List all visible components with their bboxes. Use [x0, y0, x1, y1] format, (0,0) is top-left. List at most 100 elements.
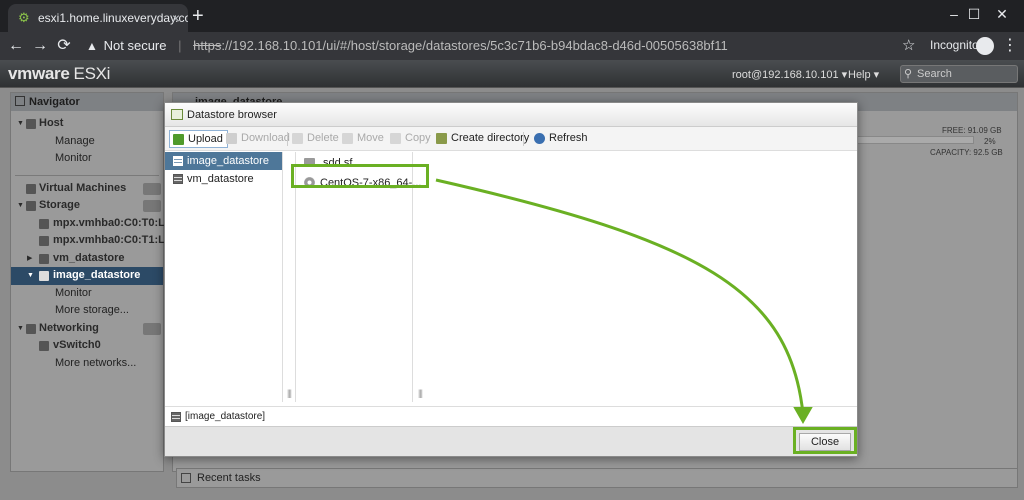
- datastore-item-vm[interactable]: vm_datastore: [165, 170, 282, 188]
- move-icon: [342, 133, 353, 144]
- delete-button[interactable]: Delete: [289, 130, 339, 148]
- nav-label: More storage...: [55, 304, 129, 316]
- nav-more-storage[interactable]: More storage...: [11, 302, 163, 320]
- toolbar-divider: [523, 132, 524, 146]
- nav-datastore-monitor[interactable]: Monitor: [11, 285, 163, 303]
- move-button[interactable]: Move: [339, 130, 384, 148]
- nav-more-networks[interactable]: More networks...: [11, 355, 163, 373]
- browser-tab[interactable]: ⚙ esxi1.home.linuxeveryday.com - V ×: [8, 4, 188, 32]
- datastore-icon: [39, 271, 49, 281]
- storage-icon: [26, 201, 36, 211]
- nav-host[interactable]: ▼ Host: [11, 115, 163, 133]
- nav-storage[interactable]: ▼ Storage: [11, 197, 163, 215]
- close-button[interactable]: Close: [799, 433, 851, 451]
- disc-image-icon: [304, 177, 315, 188]
- window-close-button[interactable]: ✕: [980, 2, 1024, 26]
- nav-vswitch0[interactable]: vSwitch0: [11, 337, 163, 355]
- warning-icon: ▲: [86, 39, 98, 53]
- nav-label: Virtual Machines: [39, 181, 127, 194]
- reload-button[interactable]: ⟳: [52, 34, 76, 58]
- nav-host-monitor[interactable]: Monitor: [11, 150, 163, 168]
- nav-divider: [15, 168, 159, 176]
- copy-label: Copy: [405, 132, 431, 144]
- file-label: CentOS-7-x86_64-...: [320, 177, 422, 189]
- free-space-label: FREE: 91.09 GB: [942, 126, 1002, 135]
- browser-toolbar: ← → ⟳ ▲ Not secure | https://192.168.10.…: [0, 32, 1024, 60]
- column-resize-handle[interactable]: |||: [418, 388, 423, 398]
- copy-icon: [390, 133, 401, 144]
- datastore-label: vm_datastore: [187, 173, 254, 185]
- browser-menu-icon[interactable]: ⋮: [1002, 36, 1018, 56]
- network-icon: [26, 323, 36, 334]
- datastore-item-image[interactable]: image_datastore: [165, 152, 282, 170]
- search-input[interactable]: ⚲ Search: [900, 65, 1018, 83]
- new-tab-button[interactable]: +: [192, 6, 204, 26]
- nav-image-datastore[interactable]: ▼ image_datastore: [11, 267, 163, 285]
- incognito-icon[interactable]: [976, 37, 994, 55]
- used-percent: 2%: [984, 137, 996, 146]
- collapse-icon[interactable]: ▼: [17, 320, 24, 338]
- host-icon: [26, 119, 36, 129]
- forward-button[interactable]: →: [28, 34, 52, 58]
- upload-button[interactable]: Upload: [169, 130, 228, 148]
- create-directory-button[interactable]: Create directory: [433, 130, 529, 148]
- column-resize-handle[interactable]: |||: [287, 388, 292, 398]
- nav-device-t0[interactable]: mpx.vmhba0:C0:T0:L0: [11, 215, 171, 233]
- bookmark-star-icon[interactable]: ☆: [902, 36, 915, 54]
- nav-label: vSwitch0: [53, 339, 101, 351]
- refresh-icon: [534, 133, 545, 144]
- expand-icon[interactable]: ▶: [27, 250, 32, 268]
- download-button[interactable]: Download: [223, 130, 290, 148]
- delete-label: Delete: [307, 132, 339, 144]
- logo-esxi: ESXi: [73, 64, 111, 83]
- upload-icon: [173, 134, 184, 145]
- nav-virtual-machines[interactable]: Virtual Machines: [11, 180, 163, 198]
- datastore-browser-dialog: Datastore browser Upload Download Delete…: [164, 102, 858, 457]
- search-icon: ⚲: [904, 68, 913, 80]
- file-item-sdd[interactable]: .sdd.sf: [296, 154, 412, 172]
- tab-title: esxi1.home.linuxeveryday.com - V: [38, 11, 188, 25]
- nav-label: Monitor: [55, 286, 92, 299]
- file-item-centos-iso[interactable]: CentOS-7-x86_64-...: [296, 174, 422, 192]
- nav-host-manage[interactable]: Manage: [11, 133, 163, 151]
- nav-networking[interactable]: ▼ Networking: [11, 320, 163, 338]
- search-placeholder: Search: [917, 68, 952, 80]
- address-bar[interactable]: ▲ Not secure | https://192.168.10.101/ui…: [80, 35, 900, 57]
- vmware-header: vmware ESXi root@192.168.10.101 ▾ Help ▾ …: [0, 60, 1024, 88]
- disk-icon: [39, 218, 49, 229]
- count-badge: [143, 182, 161, 195]
- nav-vm-datastore[interactable]: ▶ vm_datastore: [11, 250, 163, 268]
- folder-icon: [304, 158, 315, 167]
- delete-icon: [292, 133, 303, 144]
- copy-button[interactable]: Copy: [387, 130, 431, 148]
- nav-label: vm_datastore: [53, 251, 125, 264]
- folder-add-icon: [436, 133, 447, 144]
- collapse-icon[interactable]: ▼: [17, 197, 24, 215]
- collapse-icon[interactable]: ▼: [17, 115, 24, 133]
- incognito-label: Incognito: [930, 38, 979, 52]
- datastore-icon: [173, 174, 183, 184]
- nav-device-t1[interactable]: mpx.vmhba0:C0:T1:L0: [11, 232, 171, 250]
- recent-tasks-bar[interactable]: Recent tasks: [176, 468, 1018, 488]
- nav-label: Storage: [39, 199, 80, 211]
- user-menu[interactable]: root@192.168.10.101 ▾: [732, 68, 847, 81]
- collapse-icon[interactable]: ▼: [27, 267, 34, 285]
- datastore-label: image_datastore: [187, 155, 269, 167]
- tab-close-icon[interactable]: ×: [172, 4, 180, 32]
- upload-label: Upload: [188, 133, 223, 145]
- back-button[interactable]: ←: [4, 34, 28, 58]
- refresh-button[interactable]: Refresh: [531, 130, 588, 148]
- nav-label: Networking: [39, 321, 99, 334]
- capacity-label: CAPACITY: 92.5 GB: [930, 148, 1003, 157]
- help-menu[interactable]: Help ▾: [848, 68, 879, 81]
- nav-label: Host: [39, 117, 64, 129]
- nav-label: Monitor: [55, 152, 92, 164]
- datastore-browser-icon: [171, 109, 183, 120]
- dialog-footer: Close: [165, 426, 857, 456]
- navigator-panel: Navigator ▼ Host Manage Monitor Virtual …: [10, 92, 171, 472]
- recent-tasks-label: Recent tasks: [197, 472, 261, 484]
- address-separator: |: [178, 38, 182, 53]
- count-badge: [143, 200, 161, 212]
- browser-tab-bar: ⚙ esxi1.home.linuxeveryday.com - V × + –…: [0, 0, 1024, 32]
- nav-label: More networks...: [55, 356, 137, 369]
